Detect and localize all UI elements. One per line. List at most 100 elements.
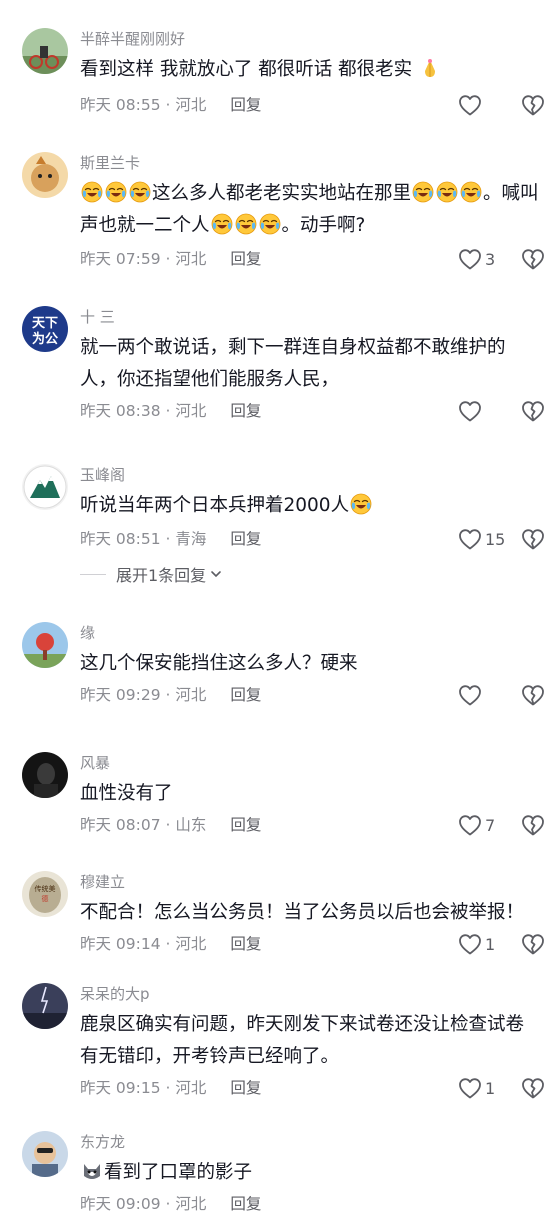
comment-meta: 昨天 09:15 · 河北 回复 <box>80 1077 261 1099</box>
comment-text: 看到这样 我就放心了 都很听话 都很老实 <box>80 54 540 86</box>
dislike-icon[interactable] <box>521 814 545 836</box>
crying-emoji-icon <box>350 493 372 515</box>
username[interactable]: 缘 <box>80 622 95 644</box>
comment-text: 这么多人都老老实实地站在那里 。喊叫声也就一二个人 。动手啊? <box>80 181 539 236</box>
avatar[interactable] <box>22 1131 68 1177</box>
like-count: 15 <box>485 529 506 549</box>
comment-text: 不配合！怎么当公务员！当了公务员以后也会被举报！ <box>80 902 525 923</box>
husky-sticker-icon <box>81 1160 103 1182</box>
dislike-icon[interactable] <box>521 400 545 422</box>
timestamp-location: 昨天 08:07 · 山东 <box>80 816 207 834</box>
comment-meta: 昨天 09:14 · 河北 回复 <box>80 933 261 955</box>
crying-emoji-icon <box>211 213 233 235</box>
username[interactable]: 十 三 <box>80 306 115 328</box>
like-button[interactable]: 15 <box>458 528 505 550</box>
comment-meta: 昨天 09:29 · 河北 回复 <box>80 684 261 706</box>
heart-icon <box>458 933 482 955</box>
prayer-emoji-icon <box>419 57 441 79</box>
comment-text: 这几个保安能挡住这么多人？硬来 <box>80 653 358 674</box>
reply-button[interactable]: 回复 <box>230 402 261 420</box>
timestamp-location: 昨天 08:38 · 河北 <box>80 402 207 420</box>
dislike-icon[interactable] <box>521 684 545 706</box>
expand-replies-label: 展开1条回复 <box>116 566 207 585</box>
dislike-icon[interactable] <box>521 94 545 116</box>
timestamp-location: 昨天 09:14 · 河北 <box>80 935 207 953</box>
svg-text:德: 德 <box>42 894 49 903</box>
username[interactable]: 风暴 <box>80 752 110 774</box>
timestamp-location: 昨天 09:15 · 河北 <box>80 1079 207 1097</box>
reply-button[interactable]: 回复 <box>230 96 261 114</box>
like-count: 3 <box>485 249 496 269</box>
reply-button[interactable]: 回复 <box>230 816 261 834</box>
comment-text: 听说当年两个日本兵押着2000人 <box>80 490 540 522</box>
avatar[interactable] <box>22 152 68 198</box>
heart-icon <box>458 814 482 836</box>
svg-text:传统美: 传统美 <box>35 884 56 893</box>
like-button[interactable]: 3 <box>458 248 495 270</box>
heart-icon <box>458 248 482 270</box>
crying-emoji-icon <box>460 181 482 203</box>
username[interactable]: 呆呆的大p <box>80 983 150 1005</box>
like-button[interactable] <box>458 94 485 116</box>
avatar[interactable]: 天下 为公 <box>22 306 68 352</box>
heart-icon <box>458 684 482 706</box>
comment-meta: 昨天 07:59 · 河北 回复 <box>80 248 261 270</box>
reply-button[interactable]: 回复 <box>230 1079 261 1097</box>
timestamp-location: 昨天 08:51 · 青海 <box>80 530 207 548</box>
comment-meta: 昨天 08:38 · 河北 回复 <box>80 400 261 422</box>
reply-button[interactable]: 回复 <box>230 935 261 953</box>
avatar[interactable] <box>22 464 68 510</box>
reply-button[interactable]: 回复 <box>230 250 261 268</box>
comment-text: 鹿泉区确实有问题，昨天刚发下来试卷还没让检查试卷有无错印，开考铃声已经响了。 <box>80 1014 525 1067</box>
timestamp-location: 昨天 08:55 · 河北 <box>80 96 207 114</box>
avatar[interactable] <box>22 28 68 74</box>
like-count: 1 <box>485 1078 496 1098</box>
avatar[interactable]: 传统美德 <box>22 871 68 917</box>
comment-text: 就一两个敢说话，剩下一群连自身权益都不敢维护的人，你还指望他们能服务人民， <box>80 337 506 390</box>
like-count: 1 <box>485 934 496 954</box>
divider <box>80 573 106 575</box>
dislike-icon[interactable] <box>521 933 545 955</box>
username[interactable]: 穆建立 <box>80 871 125 893</box>
avatar[interactable] <box>22 752 68 798</box>
comment-meta: 昨天 08:55 · 河北 回复 <box>80 94 261 116</box>
avatar[interactable] <box>22 622 68 668</box>
reply-button[interactable]: 回复 <box>230 1195 261 1213</box>
comment-meta: 昨天 08:07 · 山东 回复 <box>80 814 261 836</box>
svg-text:天下: 天下 <box>32 316 58 331</box>
like-button[interactable]: 7 <box>458 814 495 836</box>
svg-text:为公: 为公 <box>32 331 58 347</box>
crying-emoji-icon <box>259 213 281 235</box>
like-button[interactable]: 1 <box>458 933 495 955</box>
dislike-icon[interactable] <box>521 248 545 270</box>
username[interactable]: 东方龙 <box>80 1131 125 1153</box>
like-button[interactable] <box>458 684 485 706</box>
crying-emoji-icon <box>412 181 434 203</box>
comment-text: 血性没有了 <box>80 783 173 804</box>
heart-icon <box>458 400 482 422</box>
heart-icon <box>458 528 482 550</box>
expand-replies-button[interactable]: 展开1条回复 <box>80 562 223 586</box>
username[interactable]: 半醉半醒刚刚好 <box>80 28 185 50</box>
reply-button[interactable]: 回复 <box>230 530 261 548</box>
crying-emoji-icon <box>105 181 127 203</box>
crying-emoji-icon <box>129 181 151 203</box>
heart-icon <box>458 1077 482 1099</box>
chevron-down-icon <box>211 571 221 578</box>
like-count: 7 <box>485 815 496 835</box>
dislike-icon[interactable] <box>521 1077 545 1099</box>
username[interactable]: 斯里兰卡 <box>80 152 140 174</box>
heart-icon <box>458 94 482 116</box>
avatar[interactable] <box>22 983 68 1029</box>
dislike-icon[interactable] <box>521 528 545 550</box>
comment-meta: 昨天 09:09 · 河北 回复 <box>80 1193 261 1215</box>
crying-emoji-icon <box>436 181 458 203</box>
username[interactable]: 玉峰阁 <box>80 464 125 486</box>
reply-button[interactable]: 回复 <box>230 686 261 704</box>
comment-text: 看到了口罩的影子 <box>80 1157 540 1189</box>
crying-emoji-icon <box>81 181 103 203</box>
like-button[interactable] <box>458 400 485 422</box>
crying-emoji-icon <box>235 213 257 235</box>
comment-meta: 昨天 08:51 · 青海 回复 <box>80 528 261 550</box>
like-button[interactable]: 1 <box>458 1077 495 1099</box>
